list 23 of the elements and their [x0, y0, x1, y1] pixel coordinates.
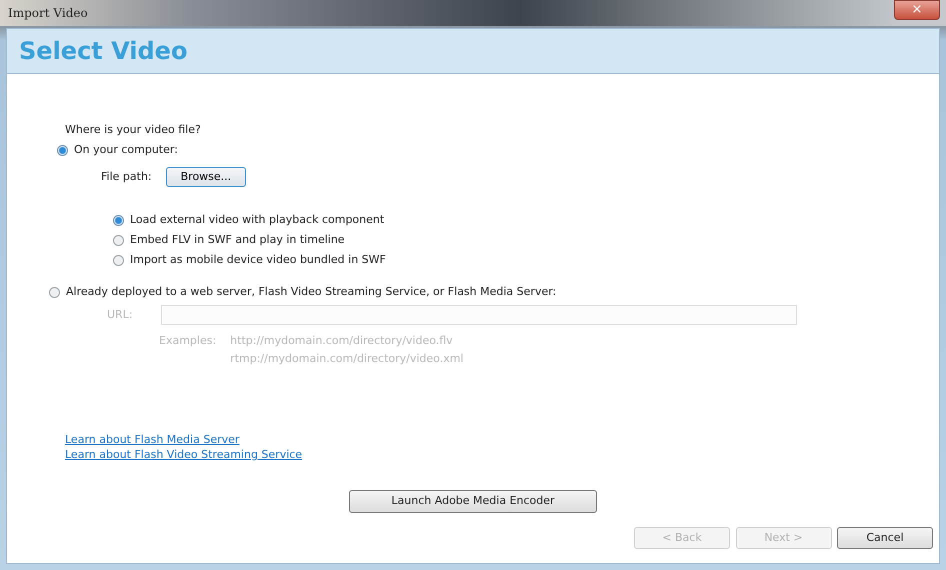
radio-button[interactable] — [57, 144, 68, 156]
encoder-button[interactable]: Launch Adobe Media Encoder — [349, 490, 597, 512]
example-url: rtmp://mydomain.com/directory/video.xml — [230, 351, 464, 367]
url-label: URL: — [107, 306, 133, 323]
help-link[interactable]: Learn about Flash Media Server — [65, 432, 240, 447]
radio-label[interactable]: On your computer: — [74, 142, 178, 158]
radio-button[interactable] — [113, 254, 124, 266]
radio-button[interactable] — [113, 214, 124, 226]
radio-button[interactable] — [113, 234, 124, 246]
browse-button[interactable]: Browse... — [166, 166, 246, 188]
radio-label[interactable]: Import as mobile device video bundled in SWF — [130, 252, 386, 268]
help-link[interactable]: Learn about Flash Video Streaming Service — [65, 447, 302, 462]
radio-label[interactable]: Already deployed to a web server, Flash Video Streaming Service, or Flash Media Server: — [66, 284, 556, 300]
examples-label: Examples: — [159, 333, 216, 349]
page-title: Select Video — [19, 36, 188, 67]
radio-label[interactable]: Load external video with playback component — [130, 212, 384, 228]
file-path-label: File path: — [101, 168, 152, 185]
example-url: http://mydomain.com/directory/video.flv — [230, 333, 454, 349]
question-text: Where is your video file? — [65, 122, 202, 138]
dialog-button[interactable]: Cancel — [837, 526, 933, 549]
window-title: Import Video — [8, 5, 88, 22]
radio-label[interactable]: Embed FLV in SWF and play in timeline — [130, 232, 345, 248]
radio-button[interactable] — [49, 286, 60, 298]
